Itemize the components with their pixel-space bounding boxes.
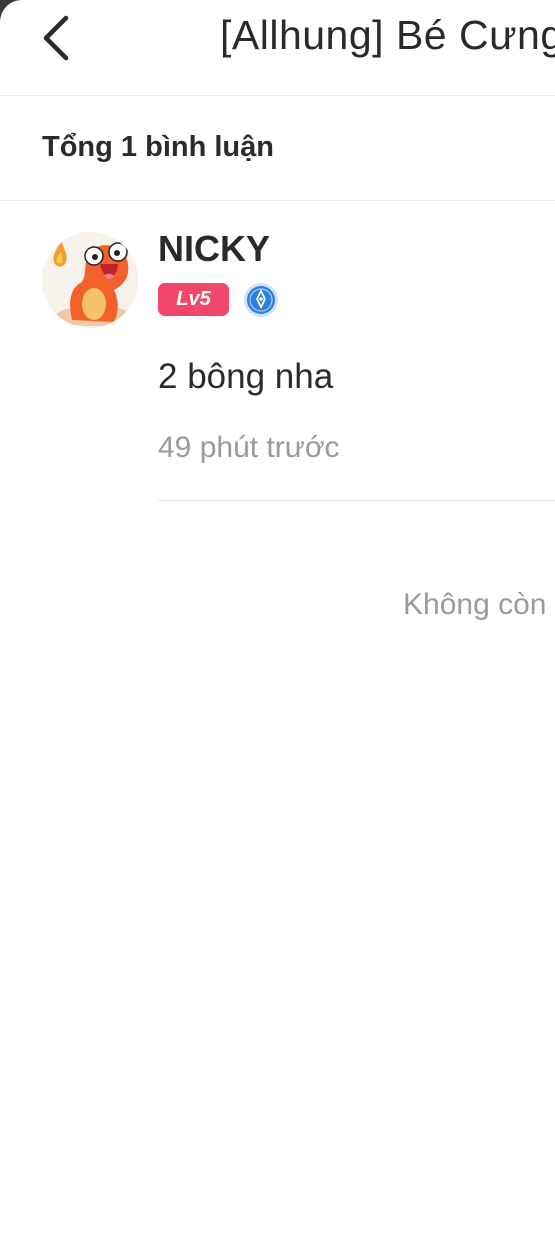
level-badge: Lv5 (158, 283, 229, 316)
medal-icon (243, 282, 279, 318)
comment-item: NICKY Lv5 2 bông nha 49 phút trước (0, 201, 555, 501)
comment-username[interactable]: NICKY (158, 228, 270, 270)
comments-page: [Allhung] Bé Cưng Tổng 1 bình luận NICKY (0, 0, 555, 1238)
comment-timestamp: 49 phút trước (158, 431, 340, 464)
divider (158, 500, 555, 501)
comment-count: Tổng 1 bình luận (42, 131, 274, 163)
comment-summary: Tổng 1 bình luận (0, 96, 555, 201)
page-title: [Allhung] Bé Cưng (220, 12, 555, 58)
end-of-list-text: Không còn (403, 588, 547, 621)
avatar[interactable] (42, 232, 138, 328)
comment-text: 2 bông nha (158, 357, 334, 396)
chevron-left-icon (43, 15, 69, 61)
avatar-image (42, 232, 138, 328)
back-button[interactable] (30, 8, 86, 64)
top-bar: [Allhung] Bé Cưng (0, 0, 555, 96)
